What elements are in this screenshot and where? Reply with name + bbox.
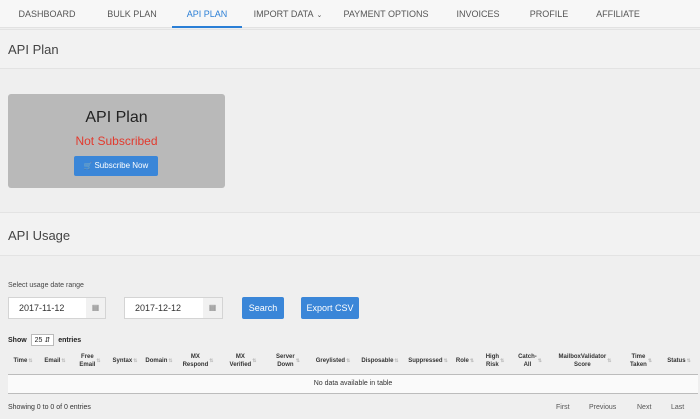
top-nav: DASHBOARD BULK PLAN API PLAN IMPORT DATA… [0, 0, 700, 28]
column-header[interactable]: Time ⇅ [8, 348, 38, 374]
pager-previous[interactable]: Previous [589, 404, 616, 411]
column-header[interactable]: MailboxValidator Score ⇅ [548, 348, 622, 374]
column-header-label: MailboxValidator Score [558, 354, 607, 368]
sort-icon: ⇅ [61, 358, 66, 364]
nav-dashboard[interactable]: DASHBOARD [8, 0, 86, 28]
column-header-label: Server Down [276, 354, 295, 368]
column-header-label: Disposable [361, 358, 394, 364]
pager-next[interactable]: Next [637, 404, 651, 411]
subscribe-now-button[interactable]: 🛒 Subscribe Now [74, 156, 158, 176]
sort-icon: ⇅ [394, 358, 399, 364]
sort-icon: ⇅ [443, 358, 448, 364]
column-header-label: Time [13, 358, 28, 364]
api-usage-header: API Usage [0, 212, 700, 256]
nav-bulk-plan[interactable]: BULK PLAN [96, 0, 168, 28]
column-header[interactable]: Email ⇅ [38, 348, 72, 374]
api-plan-title: API Plan [8, 42, 59, 57]
sort-icon: ⇅ [647, 358, 653, 364]
column-header-label: Email [44, 358, 61, 364]
table-empty-row: No data available in table [8, 374, 698, 394]
column-header-label: Free Email [79, 354, 96, 368]
search-button[interactable]: Search [242, 297, 284, 319]
sort-icon: ⇅ [537, 358, 542, 364]
pager-last[interactable]: Last [671, 404, 684, 411]
column-header[interactable]: Domain ⇅ [142, 348, 176, 374]
column-header-label: Syntax [112, 358, 133, 364]
pager-first[interactable]: First [556, 404, 570, 411]
nav-affiliate[interactable]: AFFILIATE [590, 0, 646, 28]
column-header-label: Status [667, 358, 686, 364]
page-size-value: 25 [34, 337, 43, 344]
column-header[interactable]: Greylisted ⇅ [310, 348, 356, 374]
date-range-label: Select usage date range [8, 282, 84, 289]
sort-icon: ⇅ [686, 358, 691, 364]
column-header-label: Domain [145, 358, 168, 364]
nav-import-data[interactable]: IMPORT DATA ⌄ [248, 0, 328, 28]
calendar-icon[interactable]: ▦ [86, 297, 106, 319]
nav-profile[interactable]: PROFILE [524, 0, 574, 28]
sort-icon: ⇅ [209, 358, 214, 364]
column-header[interactable]: Server Down ⇅ [266, 348, 310, 374]
calendar-icon[interactable]: ▦ [203, 297, 223, 319]
column-header[interactable]: Time Taken ⇅ [622, 348, 660, 374]
column-header-label: MX Verified [229, 354, 252, 368]
chevron-down-icon: ⌄ [316, 12, 323, 19]
column-header[interactable]: Syntax ⇅ [108, 348, 142, 374]
api-plan-header: API Plan [0, 29, 700, 69]
sort-icon: ⇅ [168, 358, 173, 364]
column-header[interactable]: MX Respond ⇅ [176, 348, 220, 374]
sort-icon: ⇅ [133, 358, 138, 364]
sort-icon: ⇅ [346, 358, 351, 364]
column-header[interactable]: Free Email ⇅ [72, 348, 108, 374]
column-header-label: Catch- All [518, 354, 537, 368]
column-header[interactable]: High Risk ⇅ [478, 348, 512, 374]
table-header: Time ⇅ Email ⇅ Free Email ⇅ Syntax ⇅ Domain ⇅ MX Res… [8, 348, 698, 374]
subscribe-label: Subscribe Now [94, 161, 149, 170]
nav-import-data-label: IMPORT DATA [253, 9, 314, 19]
column-header[interactable]: Role ⇅ [452, 348, 478, 374]
export-csv-button[interactable]: Export CSV [301, 297, 359, 319]
api-usage-title: API Usage [8, 228, 71, 243]
sort-icon: ⇅ [607, 358, 612, 364]
column-header-label: Time Taken [629, 354, 647, 368]
entries-label: entries [58, 337, 82, 344]
sort-icon: ⇅ [295, 358, 300, 364]
column-header-label: Role [455, 358, 469, 364]
table-info: Showing 0 to 0 of 0 entries [8, 404, 91, 411]
column-header-label: Greylisted [315, 358, 346, 364]
page-size-select[interactable]: 25 ⇵ [30, 334, 55, 346]
sort-icon: ⇅ [252, 358, 257, 364]
column-header[interactable]: Disposable ⇅ [356, 348, 404, 374]
column-header-label: High Risk [485, 354, 500, 368]
nav-api-plan[interactable]: API PLAN [172, 0, 242, 28]
column-header[interactable]: Catch- All ⇅ [512, 348, 548, 374]
sort-icon: ⇅ [96, 358, 101, 364]
column-header-label: Suppressed [408, 358, 443, 364]
column-header[interactable]: Status ⇅ [660, 348, 698, 374]
column-header[interactable]: MX Verified ⇅ [220, 348, 266, 374]
plan-status: Not Subscribed [75, 134, 158, 148]
sort-icon: ⇅ [469, 358, 475, 364]
sort-icon: ⇅ [500, 358, 505, 364]
sort-icon: ⇅ [28, 358, 33, 364]
show-label: Show [8, 337, 27, 344]
column-header[interactable]: Suppressed ⇅ [404, 348, 452, 374]
column-header-label: MX Respond [182, 354, 209, 368]
show-entries-control: Show 25 ⇵ entries [8, 334, 81, 346]
plan-card-title: API Plan [85, 109, 148, 126]
cart-icon: 🛒 [83, 163, 93, 170]
nav-invoices[interactable]: INVOICES [450, 0, 506, 28]
nav-payment-options[interactable]: PAYMENT OPTIONS [338, 0, 434, 28]
